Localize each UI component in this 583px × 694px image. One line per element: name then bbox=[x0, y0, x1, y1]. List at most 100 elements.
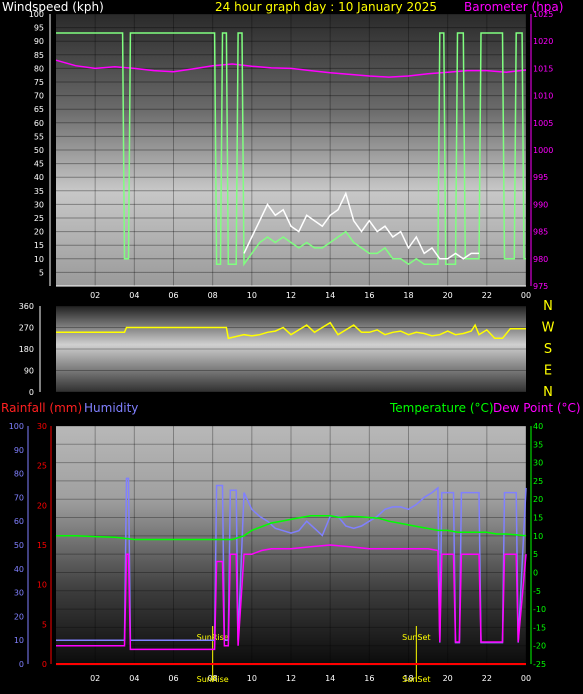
compass-label: W bbox=[542, 321, 555, 336]
windspeed-axis-title: Windspeed (kph) bbox=[2, 0, 104, 14]
wind-x-tick-label: 00 bbox=[521, 291, 531, 300]
temp-x-tick-label: 10 bbox=[247, 674, 257, 683]
temperature-axis-title: Temperature (°C) bbox=[389, 401, 494, 415]
wind-y-tick-label: 65 bbox=[34, 105, 44, 114]
wind-x-tick-label: 20 bbox=[443, 291, 453, 300]
weather-graph: Windspeed (kph) 24 hour graph day : 10 J… bbox=[1, 0, 581, 684]
humidity-y-tick-label: 10 bbox=[14, 636, 24, 645]
wind-y-tick-label: 30 bbox=[34, 200, 44, 209]
compass-label: N bbox=[543, 299, 553, 314]
wind-y-tick-label: 20 bbox=[34, 228, 44, 237]
wind-x-tick-label: 22 bbox=[482, 291, 492, 300]
rain-y-tick-label: 5 bbox=[42, 620, 47, 629]
temp-y-tick-label: 5 bbox=[533, 550, 538, 559]
wind-y-tick-label: 10 bbox=[34, 255, 44, 264]
rain-y-tick-label: 20 bbox=[37, 501, 47, 510]
humidity-y-tick-label: 90 bbox=[14, 446, 24, 455]
baro-y-tick-label: 990 bbox=[533, 200, 548, 209]
wind-y-tick-label: 60 bbox=[34, 119, 44, 128]
humidity-y-tick-label: 30 bbox=[14, 589, 24, 598]
wind-y-tick-label: 15 bbox=[34, 241, 44, 250]
wind-y-tick-label: 75 bbox=[34, 78, 44, 87]
temp-x-tick-label: 14 bbox=[325, 674, 335, 683]
temp-x-tick-label: 16 bbox=[364, 674, 374, 683]
temp-x-tick-label: 06 bbox=[168, 674, 178, 683]
baro-y-tick-label: 995 bbox=[533, 173, 548, 182]
temp-y-tick-label: -15 bbox=[533, 623, 546, 632]
direction-y-tick-label: 90 bbox=[24, 367, 34, 376]
wind-y-tick-label: 5 bbox=[39, 268, 44, 277]
wind-y-tick-label: 80 bbox=[34, 64, 44, 73]
baro-y-tick-label: 1025 bbox=[533, 10, 553, 19]
wind-y-tick-label: 40 bbox=[34, 173, 44, 182]
wind-y-tick-label: 25 bbox=[34, 214, 44, 223]
baro-y-tick-label: 1005 bbox=[533, 119, 553, 128]
wind-x-tick-label: 10 bbox=[247, 291, 257, 300]
rain-y-tick-label: 30 bbox=[37, 422, 47, 431]
rain-y-tick-label: 0 bbox=[42, 660, 47, 669]
baro-y-tick-label: 1000 bbox=[533, 146, 553, 155]
temp-y-tick-label: 40 bbox=[533, 422, 543, 431]
temp-x-tick-label: 04 bbox=[129, 674, 139, 683]
temp-y-tick-label: 35 bbox=[533, 440, 543, 449]
dewpoint-axis-title: Dew Point (°C) bbox=[493, 401, 581, 415]
rain-y-tick-label: 10 bbox=[37, 581, 47, 590]
baro-y-tick-label: 985 bbox=[533, 228, 548, 237]
humidity-y-tick-label: 100 bbox=[9, 422, 24, 431]
wind-x-tick-label: 08 bbox=[208, 291, 218, 300]
chart-title: 24 hour graph day : 10 January 2025 bbox=[215, 0, 437, 14]
direction-y-tick-label: 270 bbox=[19, 324, 34, 333]
humidity-y-tick-label: 80 bbox=[14, 470, 24, 479]
wind-y-tick-label: 85 bbox=[34, 51, 44, 60]
temp-y-tick-label: -20 bbox=[533, 642, 546, 651]
rain-y-tick-label: 15 bbox=[37, 541, 47, 550]
wind-y-tick-label: 100 bbox=[29, 10, 44, 19]
wind-x-tick-label: 14 bbox=[325, 291, 335, 300]
temp-y-tick-label: -25 bbox=[533, 660, 546, 669]
wind-y-tick-label: 95 bbox=[34, 24, 44, 33]
wind-y-tick-label: 35 bbox=[34, 187, 44, 196]
wind-x-tick-label: 16 bbox=[364, 291, 374, 300]
temp-y-tick-label: 15 bbox=[533, 514, 543, 523]
temp-y-tick-label: 25 bbox=[533, 477, 543, 486]
baro-y-tick-label: 980 bbox=[533, 255, 548, 264]
wind-y-tick-label: 90 bbox=[34, 37, 44, 46]
humidity-y-tick-label: 60 bbox=[14, 517, 24, 526]
temp-y-tick-label: 20 bbox=[533, 495, 543, 504]
wind-x-tick-label: 12 bbox=[286, 291, 296, 300]
wind-x-tick-label: 02 bbox=[90, 291, 100, 300]
temp-x-tick-label: 00 bbox=[521, 674, 531, 683]
temp-y-tick-label: 0 bbox=[533, 568, 538, 577]
rainfall-axis-title: Rainfall (mm) bbox=[1, 401, 82, 415]
baro-y-tick-label: 975 bbox=[533, 282, 548, 291]
humidity-y-tick-label: 70 bbox=[14, 493, 24, 502]
temp-x-tick-label: 02 bbox=[90, 674, 100, 683]
temp-y-tick-label: -10 bbox=[533, 605, 546, 614]
compass-label: S bbox=[544, 342, 552, 357]
temp-x-tick-label: 22 bbox=[482, 674, 492, 683]
wind-y-tick-label: 70 bbox=[34, 92, 44, 101]
temp-x-tick-label: 20 bbox=[443, 674, 453, 683]
wind-y-tick-label: 55 bbox=[34, 132, 44, 141]
sun-event-label: SunSet bbox=[402, 675, 430, 684]
wind-x-tick-label: 06 bbox=[168, 291, 178, 300]
direction-y-tick-label: 360 bbox=[19, 302, 34, 311]
direction-y-tick-label: 180 bbox=[19, 345, 34, 354]
wind-x-tick-label: 18 bbox=[403, 291, 413, 300]
temp-y-tick-label: 30 bbox=[533, 459, 543, 468]
wind-y-tick-label: 45 bbox=[34, 160, 44, 169]
temp-y-tick-label: -5 bbox=[533, 587, 541, 596]
wind-y-tick-label: 50 bbox=[34, 146, 44, 155]
humidity-y-tick-label: 50 bbox=[14, 541, 24, 550]
baro-y-tick-label: 1020 bbox=[533, 37, 553, 46]
humidity-y-tick-label: 40 bbox=[14, 565, 24, 574]
humidity-y-tick-label: 20 bbox=[14, 612, 24, 621]
baro-y-tick-label: 1015 bbox=[533, 64, 553, 73]
rain-y-tick-label: 25 bbox=[37, 462, 47, 471]
compass-label: N bbox=[543, 385, 553, 400]
temp-y-tick-label: 10 bbox=[533, 532, 543, 541]
direction-y-tick-label: 0 bbox=[29, 388, 34, 397]
temp-x-tick-label: 12 bbox=[286, 674, 296, 683]
baro-y-tick-label: 1010 bbox=[533, 92, 553, 101]
compass-label: E bbox=[544, 364, 552, 379]
